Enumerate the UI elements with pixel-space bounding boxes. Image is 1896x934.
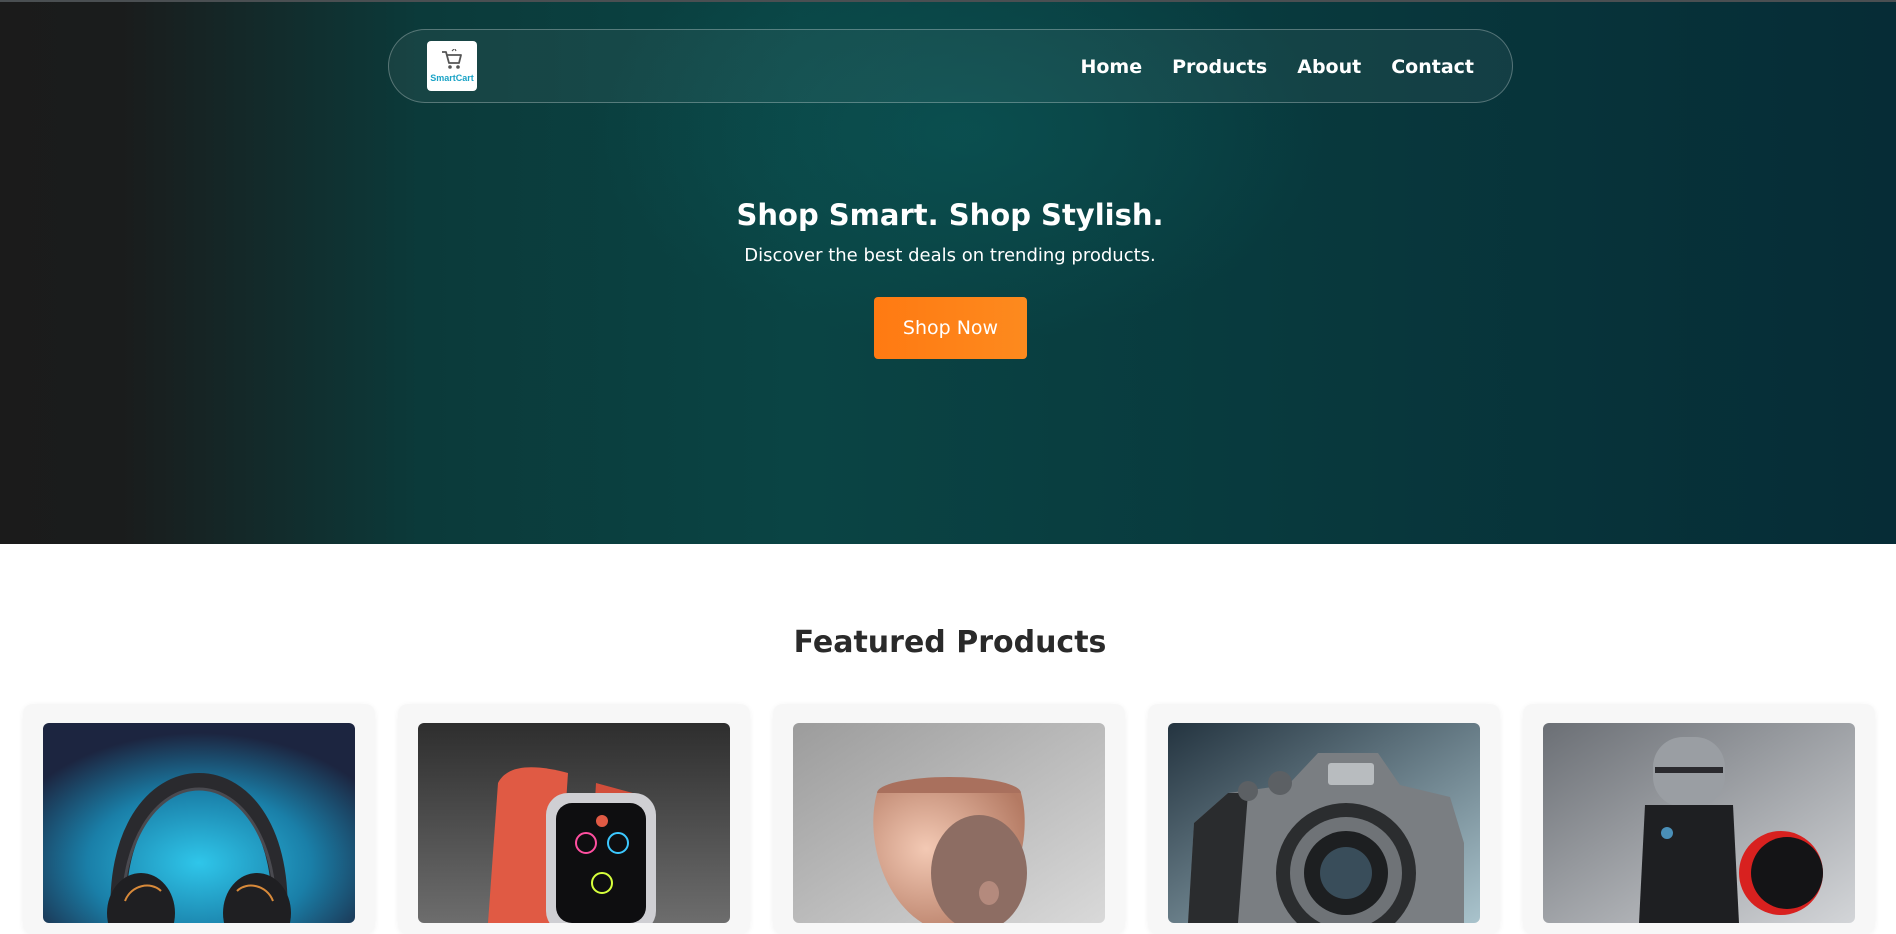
nav-products[interactable]: Products [1172,56,1267,78]
shopping-cart-icon [442,49,462,69]
nav-home[interactable]: Home [1080,56,1142,78]
hero-title: Shop Smart. Shop Stylish. [736,198,1164,232]
speaker-image[interactable] [793,723,1105,923]
nav-about[interactable]: About [1297,56,1361,78]
microphone-image[interactable] [1543,723,1855,923]
shop-now-button[interactable]: Shop Now [874,297,1027,359]
product-card[interactable] [23,704,375,934]
nav-links: Home Products About Contact [1050,30,1474,104]
navbar: SmartCart Home Products About Contact [388,29,1513,103]
nav-contact[interactable]: Contact [1391,56,1474,78]
smartwatch-image[interactable] [418,723,730,923]
product-card[interactable] [773,704,1125,934]
product-card[interactable] [1148,704,1500,934]
hero-subtitle: Discover the best deals on trending prod… [744,245,1156,266]
hero-section: SmartCart Home Products About Contact Sh… [0,0,1896,544]
featured-products-title: Featured Products [793,625,1107,660]
product-card[interactable] [398,704,750,934]
logo-text: SmartCart [430,73,474,83]
product-card[interactable] [1523,704,1875,934]
brand-logo[interactable]: SmartCart [427,41,477,91]
headphones-image[interactable] [43,723,355,923]
camera-image[interactable] [1168,723,1480,923]
